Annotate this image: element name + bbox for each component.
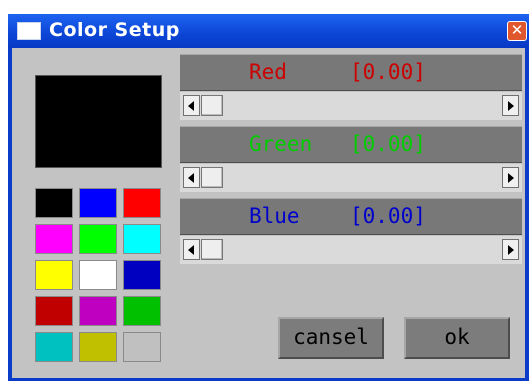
window-icon (17, 22, 41, 40)
swatch-magenta[interactable] (35, 224, 73, 254)
swatch-dark-red[interactable] (35, 296, 73, 326)
red-label: Red (249, 60, 287, 84)
arrow-right-icon (508, 101, 514, 111)
blue-slider[interactable] (180, 236, 522, 264)
red-channel-header: Red [0.00] (180, 54, 522, 91)
swatch-green[interactable] (79, 224, 117, 254)
swatch-red[interactable] (123, 188, 161, 218)
blue-slider-thumb[interactable] (201, 239, 223, 260)
swatch-gray[interactable] (123, 332, 161, 362)
blue-scroll-right-button[interactable] (502, 239, 519, 260)
arrow-right-icon (508, 245, 514, 255)
swatch-olive[interactable] (79, 332, 117, 362)
cancel-button[interactable]: cansel (278, 317, 384, 359)
swatch-blue[interactable] (79, 188, 117, 218)
blue-value: [0.00] (350, 204, 426, 228)
red-value: [0.00] (350, 60, 426, 84)
swatch-black[interactable] (35, 188, 73, 218)
blue-scroll-left-button[interactable] (183, 239, 200, 260)
red-slider-thumb[interactable] (201, 95, 223, 116)
ok-button[interactable]: ok (404, 317, 510, 359)
red-scroll-left-button[interactable] (183, 95, 200, 116)
color-preview (35, 75, 162, 168)
swatch-purple[interactable] (79, 296, 117, 326)
dialog-body: Red [0.00] Green [0.00] Blue [0.00] cans… (12, 48, 525, 378)
close-icon: ✕ (510, 21, 524, 39)
window-title: Color Setup (49, 19, 180, 41)
blue-label: Blue (249, 204, 300, 228)
swatch-dark-blue[interactable] (123, 260, 161, 290)
swatch-cyan[interactable] (123, 224, 161, 254)
red-scroll-right-button[interactable] (502, 95, 519, 116)
title-bar[interactable]: Color Setup ✕ (8, 14, 529, 48)
green-scroll-right-button[interactable] (502, 167, 519, 188)
swatch-dark-green[interactable] (123, 296, 161, 326)
green-label: Green (249, 132, 313, 156)
green-channel-header: Green [0.00] (180, 126, 522, 163)
swatch-teal[interactable] (35, 332, 73, 362)
swatch-yellow[interactable] (35, 260, 73, 290)
green-slider-thumb[interactable] (201, 167, 223, 188)
green-value: [0.00] (350, 132, 426, 156)
arrow-left-icon (188, 101, 194, 111)
red-slider[interactable] (180, 92, 522, 120)
blue-channel-header: Blue [0.00] (180, 198, 522, 235)
green-scroll-left-button[interactable] (183, 167, 200, 188)
green-slider[interactable] (180, 164, 522, 192)
arrow-right-icon (508, 173, 514, 183)
color-setup-window: Color Setup ✕ Red [0.00] Green [0.00] Bl… (8, 14, 529, 381)
close-button[interactable]: ✕ (507, 21, 527, 41)
arrow-left-icon (188, 173, 194, 183)
arrow-left-icon (188, 245, 194, 255)
swatch-white[interactable] (79, 260, 117, 290)
